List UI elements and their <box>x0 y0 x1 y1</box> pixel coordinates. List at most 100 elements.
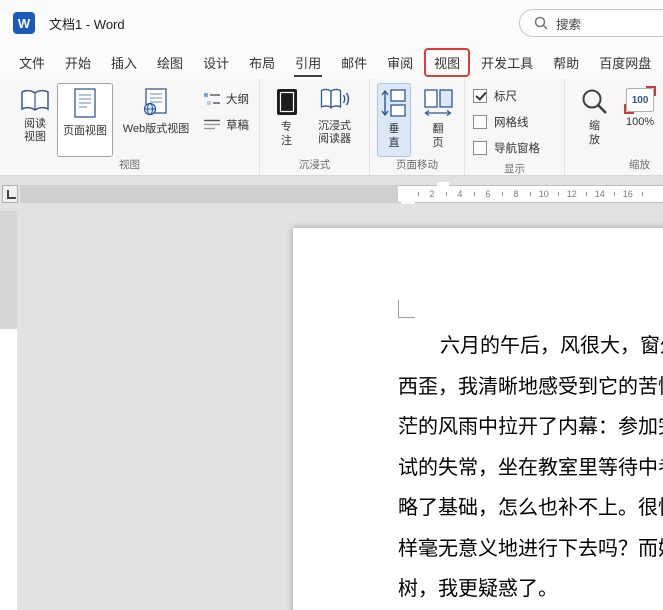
vertical-label: 垂直 <box>388 123 400 149</box>
search-placeholder: 搜索 <box>556 17 582 32</box>
ruler-tick <box>586 192 587 196</box>
print-layout-label: 页面视图 <box>63 125 107 137</box>
side-to-side-label: 翻页 <box>432 123 444 149</box>
search-icon <box>534 16 548 30</box>
outline-icon <box>204 92 220 105</box>
document-title: 文档1 - Word <box>49 16 125 32</box>
margin-crop-mark-icon <box>398 300 415 318</box>
navigation-pane-checkbox-label: 导航窗格 <box>494 143 540 155</box>
search-box[interactable]: 搜索 <box>519 9 663 37</box>
tab-help[interactable]: 帮助 <box>543 47 589 78</box>
tab-layout[interactable]: 布局 <box>239 47 285 78</box>
ruler-tick <box>614 192 615 196</box>
tab-review[interactable]: 审阅 <box>377 47 423 78</box>
navigation-pane-checkbox-row[interactable]: 导航窗格 <box>473 135 562 161</box>
tab-baidu-netdisk[interactable]: 百度网盘 <box>589 47 661 78</box>
zoom-100-label: 100% <box>626 116 655 128</box>
immersive-reader-button[interactable]: 沉浸式阅读器 <box>312 83 358 157</box>
tab-references[interactable]: 引用 <box>285 47 331 78</box>
tab-home[interactable]: 开始 <box>55 47 101 78</box>
ruler-tick <box>642 192 643 196</box>
web-layout-icon <box>143 88 167 116</box>
zoom-100-icon-text: 100 <box>631 94 649 106</box>
immersive-group-body: 专注 沉浸式阅读器 <box>260 79 369 157</box>
zoom-magnifier-icon <box>582 89 607 114</box>
page-movement-group-label: 页面移动 <box>396 159 438 171</box>
zoom-button[interactable]: 缩放 <box>577 83 612 157</box>
ruler-checkbox-label: 标尺 <box>494 91 517 103</box>
vertical-button[interactable]: 垂直 <box>377 83 411 157</box>
ruler-checkbox-row[interactable]: 标尺 <box>473 83 562 109</box>
ribbon-group-immersive: 专注 沉浸式阅读器 沉浸式 <box>260 79 370 175</box>
tab-stop-selector[interactable] <box>2 185 18 203</box>
tab-file[interactable]: 文件 <box>9 47 55 78</box>
ruler-number: 8 <box>513 189 519 199</box>
tab-view[interactable]: 视图 <box>424 48 471 77</box>
ribbon-group-show: 标尺 网格线 导航窗格 显示 <box>465 79 565 175</box>
zoom-100-button[interactable]: 100 100% <box>622 83 658 157</box>
outline-label: 大纲 <box>226 94 249 106</box>
document-area[interactable]: 六月的午后，风很大，窗外的西歪，我清晰地感受到它的苦恼茫的风雨中拉开了内幕：参加… <box>0 211 663 610</box>
draft-label: 草稿 <box>226 120 249 132</box>
ribbon-group-zoom: 缩放 100 100% 缩放 <box>565 79 663 175</box>
draft-icon <box>204 119 220 129</box>
document-line: 树，我更疑惑了。 <box>398 578 558 600</box>
ruler-number: 6 <box>485 189 491 199</box>
gridlines-checkbox-label: 网格线 <box>494 117 529 129</box>
print-layout-icon <box>74 88 96 118</box>
zoom-100-icon: 100 <box>624 86 657 114</box>
tab-design[interactable]: 设计 <box>193 47 239 78</box>
side-to-side-button[interactable]: 翻页 <box>419 83 457 157</box>
focus-icon <box>276 89 297 115</box>
document-line: 茫的风雨中拉开了内幕：参加完 <box>398 416 663 438</box>
outline-button[interactable]: 大纲 <box>199 89 254 109</box>
tab-mailings[interactable]: 邮件 <box>331 47 377 78</box>
web-layout-label: Web版式视图 <box>122 123 190 135</box>
read-mode-label: 阅读视图 <box>24 118 46 143</box>
ruler-tick <box>446 192 447 196</box>
vertical-icon <box>381 89 406 117</box>
zoom-group-label: 缩放 <box>629 159 650 171</box>
title-bar: W 文档1 - Word 搜索 <box>0 0 663 46</box>
ruler-tick <box>502 192 503 196</box>
immersive-group-label: 沉浸式 <box>298 159 331 171</box>
ruler-tick <box>474 192 475 196</box>
tab-insert[interactable]: 插入 <box>101 47 147 78</box>
ribbon-group-views: 阅读视图 页面视图 Web版式视图 大纲 草稿 视图 <box>0 79 260 175</box>
document-line: 西歪，我清晰地感受到它的苦恼 <box>398 375 663 398</box>
ruler-number: 12 <box>566 189 577 199</box>
ruler-number: 4 <box>457 189 463 199</box>
document-line: 略了基础，怎么也补不上。很快 <box>398 497 663 519</box>
draft-button[interactable]: 草稿 <box>199 115 254 135</box>
tab-draw[interactable]: 绘图 <box>147 47 193 78</box>
views-group-label: 视图 <box>119 159 140 171</box>
ribbon-group-page-movement: 垂直 翻页 页面移动 <box>370 79 465 175</box>
ruler-tick <box>530 192 531 196</box>
document-text[interactable]: 六月的午后，风很大，窗外的西歪，我清晰地感受到它的苦恼茫的风雨中拉开了内幕：参加… <box>398 326 663 610</box>
ruler-checkbox[interactable] <box>473 89 487 103</box>
gridlines-checkbox[interactable] <box>473 115 487 129</box>
immersive-reader-icon <box>320 88 349 109</box>
navigation-pane-checkbox[interactable] <box>473 141 487 155</box>
horizontal-ruler[interactable]: 2 4 6 8 10 12 14 16 <box>0 176 663 211</box>
immersive-reader-label: 沉浸式阅读器 <box>318 120 351 145</box>
word-logo-letter: W <box>17 15 31 31</box>
web-layout-button[interactable]: Web版式视图 <box>116 83 196 157</box>
zoom-group-body: 缩放 100 100% <box>565 79 663 157</box>
show-group-items: 标尺 网格线 导航窗格 <box>465 79 564 161</box>
vertical-ruler[interactable] <box>0 211 17 610</box>
print-layout-button[interactable]: 页面视图 <box>57 83 113 157</box>
ruler-number: 16 <box>622 189 633 199</box>
read-mode-icon <box>21 89 49 111</box>
side-to-side-icon <box>424 89 453 117</box>
focus-button[interactable]: 专注 <box>272 83 302 157</box>
read-mode-button[interactable]: 阅读视图 <box>16 83 54 157</box>
tab-developer[interactable]: 开发工具 <box>471 47 543 78</box>
focus-label: 专注 <box>281 121 292 147</box>
outline-draft-column: 大纲 草稿 <box>199 83 254 135</box>
ruler-number: 2 <box>429 189 435 199</box>
document-page[interactable]: 六月的午后，风很大，窗外的西歪，我清晰地感受到它的苦恼茫的风雨中拉开了内幕：参加… <box>293 228 663 610</box>
document-line: 试的失常，坐在教室里等待中考 <box>398 456 663 479</box>
gridlines-checkbox-row[interactable]: 网格线 <box>473 109 562 135</box>
word-logo-icon[interactable]: W <box>13 12 35 34</box>
